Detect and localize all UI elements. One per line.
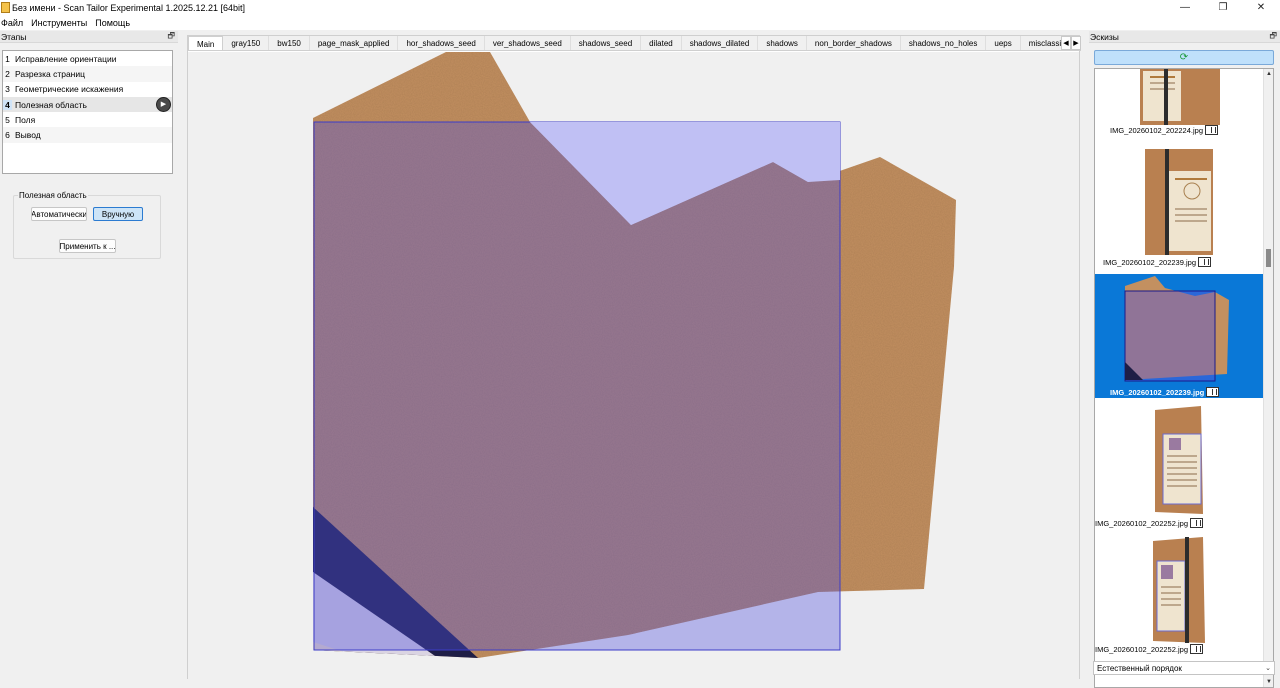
- stage-item[interactable]: 1 Исправление ориентации: [3, 51, 172, 66]
- tab-main[interactable]: Main: [188, 36, 224, 50]
- options-group-title: Полезная область: [18, 191, 88, 200]
- undock-icon[interactable]: 🗗: [1269, 30, 1277, 44]
- stage-number: 5: [5, 114, 10, 125]
- sort-order-select[interactable]: Естественный порядок ⌄: [1093, 661, 1275, 675]
- close-button[interactable]: ✕: [1242, 0, 1280, 15]
- tab-page-mask-applied[interactable]: page_mask_applied: [310, 36, 399, 50]
- page-layout-icon: [1198, 257, 1211, 267]
- manual-mode-button[interactable]: Вручную: [93, 207, 143, 221]
- thumbnail-item-selected[interactable]: IMG_20260102_202239.jpg: [1095, 274, 1264, 398]
- title-bar: Без имени - Scan Tailor Experimental 1.2…: [0, 0, 1280, 15]
- thumbnail-image: [1145, 149, 1213, 255]
- apply-to-button[interactable]: Применить к ...: [59, 239, 116, 253]
- page-image: [313, 52, 956, 658]
- debug-tabs: Main gray150 bw150 page_mask_applied hor…: [188, 36, 1081, 51]
- refresh-icon: ⟳: [1179, 52, 1189, 63]
- thumbnail-label: IMG_20260102_202224.jpg: [1110, 125, 1218, 135]
- thumbnails-scrollbar[interactable]: ▲ ▼: [1263, 69, 1273, 687]
- stages-dock: Этапы 🗗 1 Исправление ориентации 2 Разре…: [0, 31, 178, 679]
- thumbnail-label: IMG_20260102_202239.jpg: [1110, 387, 1220, 397]
- page-layout-icon: [1190, 518, 1203, 528]
- thumbnail-item[interactable]: IMG_20260102_202252.jpg: [1095, 406, 1264, 532]
- stage-item[interactable]: 6 Вывод: [3, 127, 172, 143]
- page-layout-icon: [1205, 125, 1218, 135]
- thumbnail-label: IMG_20260102_202239.jpg: [1103, 257, 1211, 267]
- stage-number: 4: [3, 99, 12, 110]
- undock-icon[interactable]: 🗗: [167, 30, 175, 44]
- thumbnail-image: [1124, 276, 1229, 382]
- tab-scroll-left-icon[interactable]: ◀: [1061, 36, 1071, 50]
- tab-hor-shadows-seed[interactable]: hor_shadows_seed: [398, 36, 485, 50]
- stage-label: Геометрические искажения: [15, 84, 124, 95]
- thumbnail-image: [1140, 69, 1220, 125]
- tab-bw150[interactable]: bw150: [269, 36, 310, 50]
- stages-dock-title: Этапы: [1, 31, 27, 42]
- page-layout-icon: [1190, 644, 1203, 654]
- thumbnail-label: IMG_20260102_202252.jpg: [1095, 518, 1203, 528]
- window-title: Без имени - Scan Tailor Experimental 1.2…: [12, 2, 246, 13]
- thumbnails-list: IMG_20260102_202224.jpg IMG_20260102_202…: [1094, 68, 1274, 688]
- stage-number: 6: [5, 130, 10, 141]
- stage-label: Поля: [15, 114, 36, 125]
- thumbnail-label: IMG_20260102_202252.jpg: [1095, 644, 1203, 654]
- tab-non-border-shadows[interactable]: non_border_shadows: [807, 36, 901, 50]
- stage-number: 2: [5, 68, 10, 79]
- thumbnails-dock-header: Эскизы 🗗: [1089, 31, 1280, 43]
- stage-label: Полезная область: [15, 99, 87, 110]
- thumbnail-item[interactable]: IMG_20260102_202224.jpg: [1095, 69, 1264, 141]
- tab-dilated[interactable]: dilated: [641, 36, 682, 50]
- chevron-down-icon: ⌄: [1265, 665, 1271, 672]
- play-icon[interactable]: ▶: [156, 96, 171, 112]
- menu-help[interactable]: Помощь: [95, 18, 130, 28]
- page-layout-icon: [1206, 387, 1220, 397]
- content-box[interactable]: [313, 121, 841, 651]
- menu-bar: Файл Инструменты Помощь: [0, 15, 1280, 30]
- tab-ueps[interactable]: ueps: [986, 36, 1021, 50]
- refresh-thumbnails-button[interactable]: ⟳: [1094, 50, 1274, 65]
- tab-shadows[interactable]: shadows: [758, 36, 807, 50]
- stages-list: 1 Исправление ориентации 2 Разрезка стра…: [2, 50, 173, 174]
- tab-shadows-dilated[interactable]: shadows_dilated: [682, 36, 759, 50]
- stage-number: 3: [5, 84, 10, 95]
- thumbnail-image: [1155, 406, 1203, 514]
- tab-ver-shadows-seed[interactable]: ver_shadows_seed: [485, 36, 571, 50]
- window-controls: — ❐ ✕: [1166, 0, 1280, 15]
- stage-number: 1: [5, 53, 10, 64]
- menu-file[interactable]: Файл: [1, 18, 23, 28]
- thumbnail-image: [1153, 537, 1205, 643]
- stage-item-selected[interactable]: 4 Полезная область ▶: [3, 96, 172, 113]
- stage-item[interactable]: 3 Геометрические искажения: [3, 82, 172, 97]
- stage-label: Исправление ориентации: [15, 53, 117, 64]
- tab-shadows-no-holes[interactable]: shadows_no_holes: [901, 36, 987, 50]
- auto-mode-button[interactable]: Автоматически: [31, 207, 87, 221]
- stage-label: Разрезка страниц: [15, 68, 85, 79]
- image-view-panel: Main gray150 bw150 page_mask_applied hor…: [187, 35, 1081, 679]
- app-icon: [1, 2, 10, 13]
- stage-item[interactable]: 2 Разрезка страниц: [3, 66, 172, 82]
- tab-scroll-arrows: ◀ ▶: [1061, 36, 1081, 50]
- sort-order-value: Естественный порядок: [1097, 663, 1182, 673]
- thumbnails-dock: Эскизы 🗗 ⟳ IMG_20260102_202224.jpg IMG_2…: [1089, 31, 1280, 688]
- tab-gray150[interactable]: gray150: [223, 36, 270, 50]
- tab-scroll-right-icon[interactable]: ▶: [1071, 36, 1081, 50]
- page-canvas[interactable]: [188, 52, 1079, 679]
- thumbnails-dock-title: Эскизы: [1090, 31, 1119, 42]
- scrollbar-thumb[interactable]: [1266, 249, 1271, 267]
- minimize-button[interactable]: —: [1166, 0, 1204, 15]
- stages-dock-header: Этапы 🗗: [0, 31, 178, 43]
- stage-label: Вывод: [15, 130, 41, 141]
- thumbnail-item[interactable]: IMG_20260102_202239.jpg: [1095, 149, 1264, 269]
- thumbnail-item[interactable]: IMG_20260102_202252.jpg: [1095, 537, 1264, 663]
- menu-tools[interactable]: Инструменты: [31, 18, 87, 28]
- stage-item[interactable]: 5 Поля: [3, 112, 172, 127]
- tab-shadows-seed[interactable]: shadows_seed: [571, 36, 642, 50]
- maximize-button[interactable]: ❐: [1204, 0, 1242, 15]
- content-area-options: Полезная область Автоматически Вручную П…: [13, 191, 161, 259]
- scroll-up-icon[interactable]: ▲: [1264, 69, 1273, 79]
